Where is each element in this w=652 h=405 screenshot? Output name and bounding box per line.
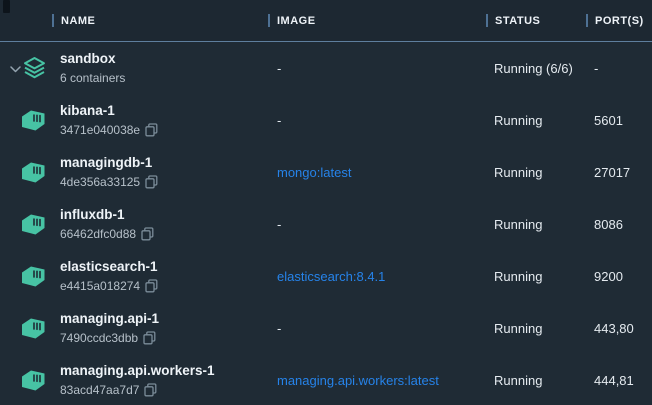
row-name-cell: managing.api-1 7490ccdc3dbb <box>60 310 268 347</box>
container-group-icon <box>21 56 48 81</box>
chevron-down-icon[interactable] <box>10 66 21 73</box>
container-icon <box>21 369 46 392</box>
container-name[interactable]: kibana-1 <box>60 102 268 120</box>
status-text: Running <box>486 113 586 128</box>
column-label: PORT(S) <box>595 15 644 27</box>
image-name[interactable]: elasticsearch:8.4.1 <box>277 269 385 284</box>
container-row[interactable]: managing.api.workers-1 83acd47aa7d7 mana… <box>0 354 652 405</box>
ports-text: 27017 <box>586 165 652 180</box>
row-icon-cell <box>0 198 60 250</box>
container-icon <box>21 109 46 132</box>
container-id: 7490ccdc3dbb <box>60 329 138 347</box>
image-name[interactable]: - <box>277 61 281 76</box>
row-icon-cell <box>0 354 60 405</box>
row-name-cell: managingdb-1 4de356a33125 <box>60 154 268 191</box>
row-name-cell: sandbox 6 containers <box>60 50 268 87</box>
container-name[interactable]: sandbox <box>60 50 268 68</box>
container-id: 6 containers <box>60 69 125 87</box>
container-row[interactable]: managing.api-1 7490ccdc3dbb - Running 44… <box>0 302 652 354</box>
column-header-image[interactable]: IMAGE <box>268 14 486 27</box>
row-image-cell: - <box>268 321 486 336</box>
row-image-cell: elasticsearch:8.4.1 <box>268 269 486 284</box>
table-header: NAME IMAGE STATUS PORT(S) <box>0 0 652 42</box>
containers-table: NAME IMAGE STATUS PORT(S) <box>0 0 652 405</box>
container-id: 83acd47aa7d7 <box>60 381 139 399</box>
ports-text: 443,80 <box>586 321 652 336</box>
row-image-cell: - <box>268 113 486 128</box>
ports-text: 8086 <box>586 217 652 232</box>
container-row[interactable]: kibana-1 3471e040038e - Running 5601 <box>0 94 652 146</box>
container-row[interactable]: managingdb-1 4de356a33125 mongo:latest R… <box>0 146 652 198</box>
container-name[interactable]: influxdb-1 <box>60 206 268 224</box>
table-body: sandbox 6 containers - Running (6/6) - <box>0 42 652 405</box>
image-name[interactable]: - <box>277 217 281 232</box>
container-id: 3471e040038e <box>60 121 140 139</box>
container-icon <box>21 265 46 288</box>
status-text: Running <box>486 373 586 388</box>
image-name[interactable]: - <box>277 113 281 128</box>
ports-text: 9200 <box>586 269 652 284</box>
status-text: Running <box>486 217 586 232</box>
column-divider <box>586 14 588 27</box>
container-icon <box>21 317 46 340</box>
row-image-cell: - <box>268 217 486 232</box>
row-name-cell: influxdb-1 66462dfc0d88 <box>60 206 268 243</box>
copy-icon[interactable] <box>145 279 158 293</box>
container-id: e4415a018274 <box>60 277 140 295</box>
column-divider <box>486 14 488 27</box>
copy-icon[interactable] <box>145 123 158 137</box>
row-icon-cell <box>0 250 60 302</box>
copy-icon[interactable] <box>145 175 158 189</box>
column-label: STATUS <box>495 15 540 27</box>
row-name-cell: elasticsearch-1 e4415a018274 <box>60 258 268 295</box>
row-icon-cell <box>0 302 60 354</box>
column-label: IMAGE <box>277 15 316 27</box>
column-header-ports[interactable]: PORT(S) <box>586 14 652 27</box>
container-row[interactable]: elasticsearch-1 e4415a018274 elasticsear… <box>0 250 652 302</box>
row-image-cell: mongo:latest <box>268 165 486 180</box>
copy-icon[interactable] <box>143 331 156 345</box>
container-icon <box>21 213 46 236</box>
copy-icon[interactable] <box>141 227 154 241</box>
image-name[interactable]: mongo:latest <box>277 165 351 180</box>
container-id: 4de356a33125 <box>60 173 140 191</box>
column-divider <box>268 14 270 27</box>
row-name-cell: kibana-1 3471e040038e <box>60 102 268 139</box>
container-icon <box>21 161 46 184</box>
column-header-name[interactable]: NAME <box>52 14 268 27</box>
row-image-cell: managing.api.workers:latest <box>268 373 486 388</box>
column-label: NAME <box>61 15 95 27</box>
row-image-cell: - <box>268 61 486 76</box>
status-text: Running <box>486 269 586 284</box>
container-name[interactable]: elasticsearch-1 <box>60 258 268 276</box>
status-text: Running (6/6) <box>486 61 586 76</box>
ports-text: - <box>586 61 652 76</box>
ports-text: 444,81 <box>586 373 652 388</box>
row-icon-cell <box>0 146 60 198</box>
status-text: Running <box>486 321 586 336</box>
row-icon-cell <box>0 94 60 146</box>
row-icon-cell <box>0 42 60 94</box>
copy-icon[interactable] <box>144 383 157 397</box>
row-name-cell: managing.api.workers-1 83acd47aa7d7 <box>60 362 268 399</box>
container-id: 66462dfc0d88 <box>60 225 136 243</box>
ports-text: 5601 <box>586 113 652 128</box>
container-name[interactable]: managingdb-1 <box>60 154 268 172</box>
image-name[interactable]: - <box>277 321 281 336</box>
container-row[interactable]: influxdb-1 66462dfc0d88 - Running 8086 <box>0 198 652 250</box>
container-name[interactable]: managing.api.workers-1 <box>60 362 268 380</box>
container-name[interactable]: managing.api-1 <box>60 310 268 328</box>
left-edge-notch <box>3 0 10 13</box>
container-group-row[interactable]: sandbox 6 containers - Running (6/6) - <box>0 42 652 94</box>
image-name[interactable]: managing.api.workers:latest <box>277 373 439 388</box>
column-header-status[interactable]: STATUS <box>486 14 586 27</box>
status-text: Running <box>486 165 586 180</box>
column-divider <box>52 14 54 27</box>
